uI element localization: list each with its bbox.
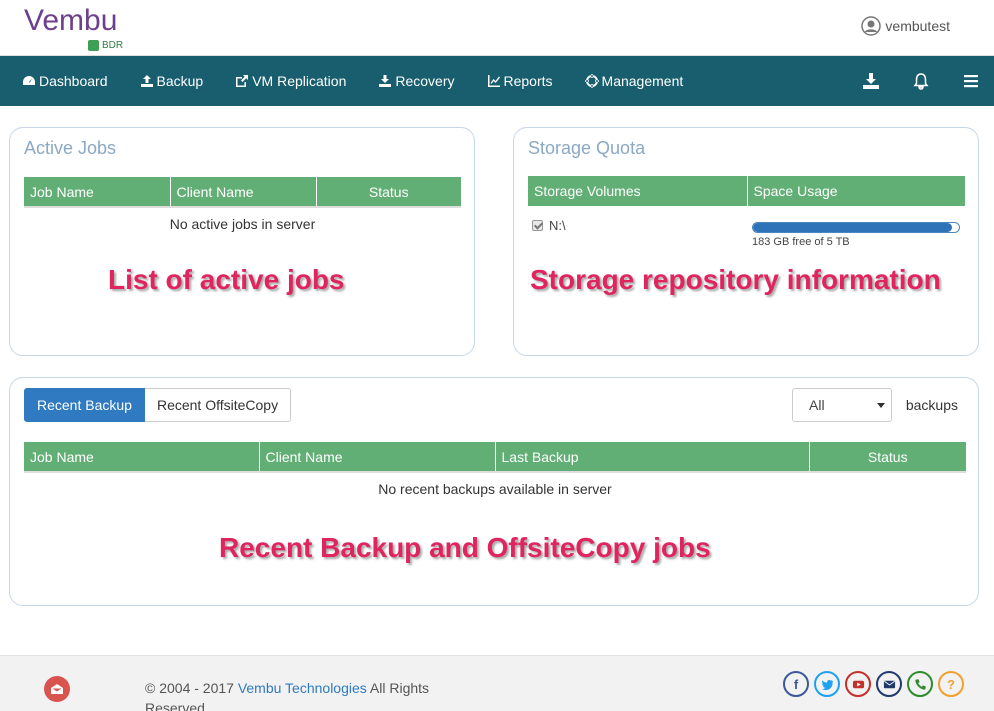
crosshair-icon bbox=[584, 74, 599, 88]
col-client-name[interactable]: Client Name bbox=[170, 177, 317, 207]
tab-recent-backup[interactable]: Recent Backup bbox=[24, 388, 145, 422]
copyright: © 2004 - 2017 Vembu Technologies All Rig… bbox=[145, 678, 445, 711]
storage-quota-title: Storage Quota bbox=[528, 138, 646, 158]
recent-backup-table: Job Name Client Name Last Backup Status … bbox=[24, 442, 966, 504]
backup-filter-select[interactable]: All bbox=[792, 388, 892, 422]
logo-text: Vembu bbox=[24, 4, 118, 37]
main-navbar: Dashboard Backup VM Replication Recovery… bbox=[0, 56, 994, 106]
facebook-icon[interactable]: f bbox=[783, 671, 809, 697]
active-jobs-table: Job Name Client Name Status No active jo… bbox=[24, 177, 461, 239]
youtube-play-icon bbox=[852, 680, 864, 688]
bell-icon[interactable] bbox=[912, 72, 930, 90]
company-link[interactable]: Vembu Technologies bbox=[238, 680, 367, 696]
col-job-name[interactable]: Job Name bbox=[24, 177, 171, 207]
annotation-active-jobs: List of active jobs bbox=[108, 264, 345, 295]
dashboard-icon bbox=[23, 76, 35, 85]
nav-right-icons bbox=[862, 56, 980, 106]
help-icon[interactable]: ? bbox=[938, 671, 964, 697]
share-icon bbox=[236, 75, 249, 87]
phone-icon[interactable] bbox=[907, 671, 933, 697]
storage-quota-panel: Storage Quota Storage Volumes Space Usag… bbox=[513, 127, 979, 356]
col-status[interactable]: Status bbox=[316, 177, 461, 207]
active-jobs-empty: No active jobs in server bbox=[24, 206, 461, 239]
envelope-icon bbox=[883, 680, 895, 688]
top-header: Vembu BDR vembutest bbox=[0, 0, 994, 56]
backups-label: backups bbox=[905, 397, 958, 413]
backup-filter-value: All bbox=[809, 397, 825, 413]
nav-recovery[interactable]: Recovery bbox=[378, 73, 455, 89]
nav-vm-replication[interactable]: VM Replication bbox=[235, 73, 346, 89]
recent-backup-empty: No recent backups available in server bbox=[24, 471, 966, 504]
envelope-open-icon bbox=[51, 684, 63, 694]
col-job-name[interactable]: Job Name bbox=[24, 442, 260, 472]
upload-icon bbox=[140, 75, 153, 87]
volume-row: N:\ bbox=[532, 218, 566, 233]
nav-reports-label: Reports bbox=[503, 73, 553, 89]
volume-label: N:\ bbox=[549, 218, 566, 233]
recent-backup-panel: Recent Backup Recent OffsiteCopy All bac… bbox=[9, 377, 979, 606]
space-usage-text: 183 GB free of 5 TB bbox=[752, 236, 850, 248]
feedback-button[interactable] bbox=[44, 676, 70, 702]
email-icon[interactable] bbox=[876, 671, 902, 697]
download-icon[interactable] bbox=[862, 72, 880, 90]
twitter-icon[interactable] bbox=[814, 671, 840, 697]
user-icon bbox=[861, 16, 882, 36]
col-space-usage[interactable]: Space Usage bbox=[747, 176, 965, 206]
logo-sub: BDR bbox=[88, 40, 123, 51]
col-storage-volumes[interactable]: Storage Volumes bbox=[528, 176, 748, 206]
line-chart-icon bbox=[487, 75, 500, 87]
twitter-bird-icon bbox=[821, 679, 833, 690]
hamburger-icon[interactable] bbox=[962, 72, 980, 90]
phone-handset-icon bbox=[914, 678, 926, 690]
footer: © 2004 - 2017 Vembu Technologies All Rig… bbox=[0, 655, 994, 711]
bdr-icon bbox=[88, 40, 99, 51]
nav-items: Dashboard Backup VM Replication Recovery… bbox=[22, 56, 715, 106]
nav-management-label: Management bbox=[601, 73, 684, 89]
tab-recent-offsitecopy[interactable]: Recent OffsiteCopy bbox=[144, 388, 292, 422]
nav-dashboard[interactable]: Dashboard bbox=[22, 73, 108, 89]
storage-table: Storage Volumes Space Usage bbox=[528, 176, 965, 206]
col-last-backup[interactable]: Last Backup bbox=[495, 442, 810, 472]
copyright-prefix: © 2004 - 2017 bbox=[145, 680, 238, 696]
space-usage-fill bbox=[753, 223, 952, 232]
user-menu[interactable]: vembutest bbox=[861, 16, 950, 36]
space-usage-bar bbox=[752, 222, 960, 233]
annotation-recent: Recent Backup and OffsiteCopy jobs bbox=[219, 532, 711, 563]
active-jobs-title: Active Jobs bbox=[24, 138, 117, 158]
social-links: f ? bbox=[783, 671, 964, 697]
nav-backup-label: Backup bbox=[156, 73, 204, 89]
nav-dashboard-label: Dashboard bbox=[39, 73, 108, 89]
username: vembutest bbox=[885, 18, 950, 34]
nav-recovery-label: Recovery bbox=[395, 73, 455, 89]
caret-down-icon bbox=[877, 403, 885, 408]
nav-backup[interactable]: Backup bbox=[140, 73, 204, 89]
annotation-storage: Storage repository information bbox=[530, 264, 941, 295]
volume-checkbox[interactable] bbox=[532, 220, 543, 231]
col-client-name[interactable]: Client Name bbox=[259, 442, 496, 472]
vembu-logo[interactable]: Vembu BDR bbox=[24, 4, 134, 54]
download-icon bbox=[379, 75, 392, 87]
nav-vm-replication-label: VM Replication bbox=[252, 73, 347, 89]
recent-tabs: Recent Backup Recent OffsiteCopy bbox=[24, 388, 292, 422]
logo-sub-label: BDR bbox=[102, 40, 124, 51]
col-status[interactable]: Status bbox=[809, 442, 966, 472]
youtube-icon[interactable] bbox=[845, 671, 871, 697]
active-jobs-panel: Active Jobs Job Name Client Name Status … bbox=[9, 127, 475, 356]
nav-management[interactable]: Management bbox=[584, 73, 684, 89]
nav-reports[interactable]: Reports bbox=[487, 73, 553, 89]
